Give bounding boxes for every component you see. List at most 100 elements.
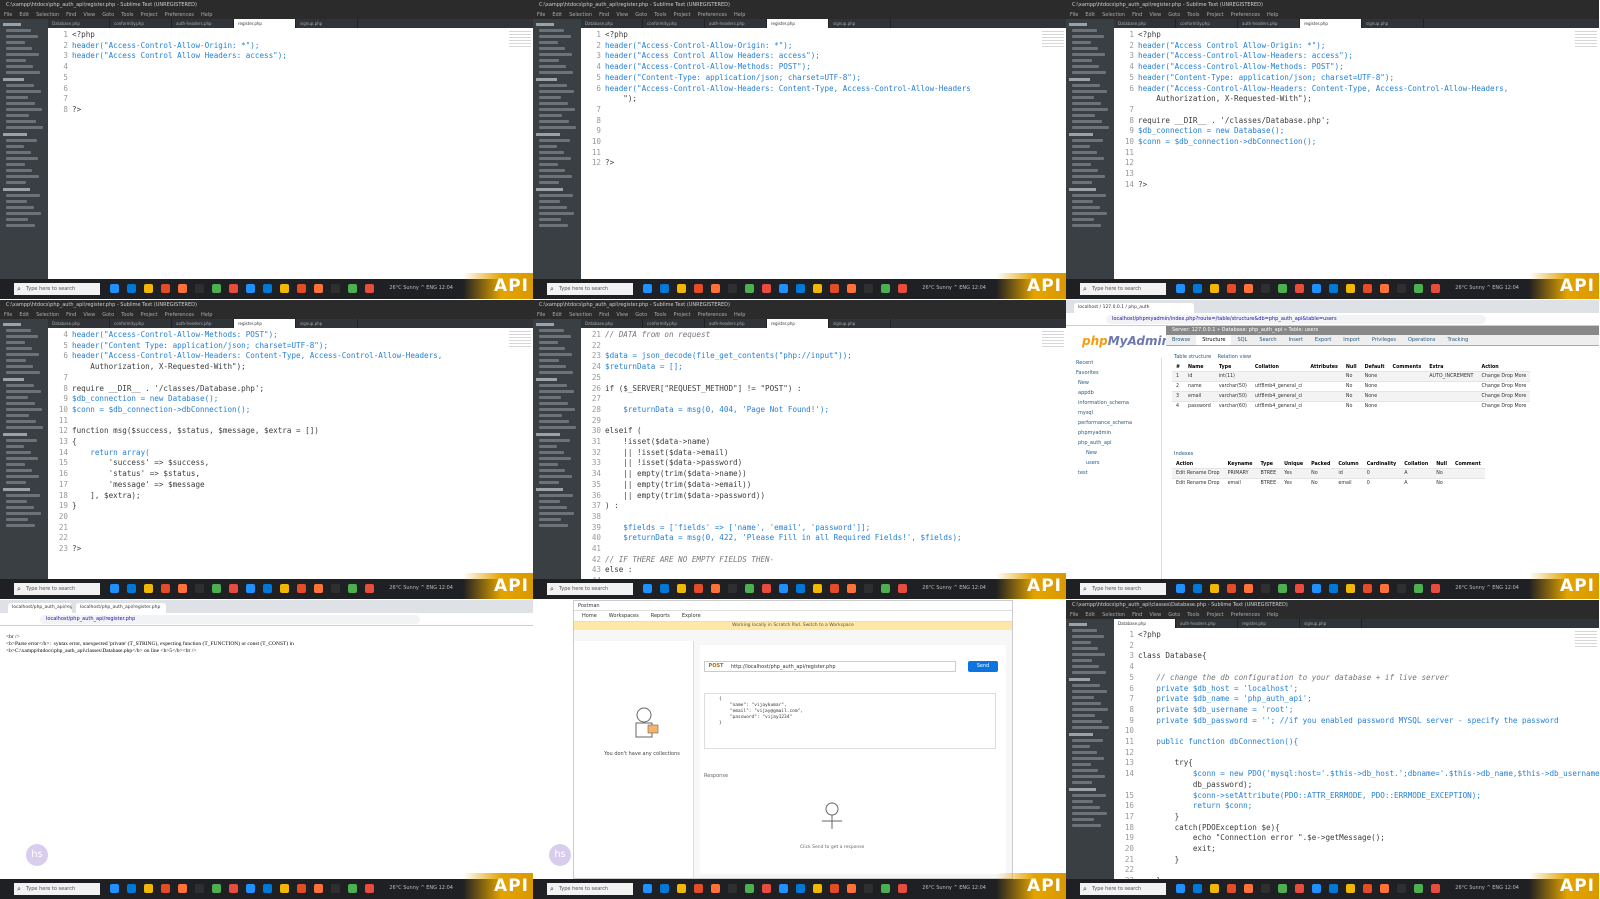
- sidebar-file-item[interactable]: [1072, 108, 1108, 111]
- sidebar-file-item[interactable]: [1072, 212, 1107, 215]
- taskbar-app-icon[interactable]: [1193, 284, 1202, 293]
- taskbar-app-icon[interactable]: [110, 284, 119, 293]
- taskbar-app-icon[interactable]: [161, 884, 170, 893]
- menu-item[interactable]: Goto: [635, 312, 647, 318]
- taskbar-app-icon[interactable]: [881, 284, 890, 293]
- taskbar-app-icon[interactable]: [1261, 284, 1270, 293]
- editor-tab[interactable]: auth-headers.php: [1238, 19, 1300, 28]
- taskbar-app-icon[interactable]: [779, 884, 788, 893]
- taskbar-app-icon[interactable]: [348, 284, 357, 293]
- sidebar-file-item[interactable]: [1072, 47, 1098, 50]
- postman-menu-item[interactable]: Explore: [682, 613, 701, 619]
- minimap[interactable]: [1042, 31, 1064, 49]
- sidebar-file-item[interactable]: [6, 524, 35, 527]
- sidebar-file-item[interactable]: [539, 200, 560, 203]
- taskbar-app-icon[interactable]: [229, 284, 238, 293]
- sidebar-file-item[interactable]: [6, 506, 34, 509]
- menu-item[interactable]: Goto: [1168, 12, 1180, 18]
- sidebar-file-item[interactable]: [1072, 726, 1109, 729]
- taskbar-search[interactable]: Type here to search: [14, 283, 100, 295]
- menu-item[interactable]: Help: [734, 312, 745, 318]
- sidebar-file-item[interactable]: [539, 359, 559, 362]
- taskbar-app-icon[interactable]: [847, 584, 856, 593]
- system-tray[interactable]: 26°C Sunny ^ ENG 12:04: [1455, 585, 1519, 591]
- sidebar-file-item[interactable]: [1072, 635, 1104, 638]
- sidebar-file-item[interactable]: [3, 488, 30, 491]
- taskbar-app-icon[interactable]: [660, 284, 669, 293]
- taskbar-app-icon[interactable]: [1193, 584, 1202, 593]
- index-row[interactable]: Edit Rename Drop PRIMARY BTREE Yes No id 0 A No: [1172, 468, 1485, 479]
- minimap[interactable]: [1042, 331, 1064, 349]
- taskbar-app-icon[interactable]: [1329, 284, 1338, 293]
- taskbar-app-icon[interactable]: [1380, 584, 1389, 593]
- menu-item[interactable]: View: [616, 312, 628, 318]
- sidebar-file-item[interactable]: [6, 408, 42, 411]
- taskbar-app-icon[interactable]: [762, 584, 771, 593]
- menu-item[interactable]: Find: [66, 312, 76, 318]
- sidebar-file-item[interactable]: [1072, 218, 1094, 221]
- taskbar-app-icon[interactable]: [314, 884, 323, 893]
- sidebar-file-item[interactable]: [6, 384, 34, 387]
- pma-tab[interactable]: SQL: [1231, 335, 1253, 345]
- sidebar-file-item[interactable]: [6, 420, 36, 423]
- taskbar-app-icon[interactable]: [1431, 584, 1440, 593]
- sidebar-file-item[interactable]: [1072, 71, 1106, 74]
- sidebar-file-item[interactable]: [1072, 641, 1091, 644]
- system-tray[interactable]: 26°C Sunny ^ ENG 12:04: [389, 285, 453, 291]
- taskbar-app-icon[interactable]: [212, 584, 221, 593]
- code-editor[interactable]: 1 <?php 2 3 class Database{4 5 // change the …: [1114, 628, 1599, 879]
- url-field[interactable]: localhost/phpmyadmin/index.php?route=/ta…: [1106, 315, 1486, 324]
- sidebar-file-item[interactable]: [1072, 696, 1094, 699]
- taskbar-app-icon[interactable]: [677, 284, 686, 293]
- sidebar-file-item[interactable]: [6, 139, 37, 142]
- method-select[interactable]: POST: [705, 662, 727, 671]
- menu-item[interactable]: Preferences: [1231, 612, 1260, 618]
- menu-item[interactable]: Preferences: [165, 312, 194, 318]
- sidebar-file-item[interactable]: [1072, 169, 1098, 172]
- taskbar-app-icon[interactable]: [161, 284, 170, 293]
- menu-item[interactable]: Tools: [654, 12, 666, 18]
- sidebar-file-item[interactable]: [536, 433, 560, 436]
- taskbar-app-icon[interactable]: [864, 884, 873, 893]
- taskbar-app-icon[interactable]: [1227, 284, 1236, 293]
- sidebar-file-item[interactable]: [1069, 623, 1087, 626]
- pma-tab[interactable]: Insert: [1283, 335, 1309, 345]
- sidebar-file-item[interactable]: [536, 378, 557, 381]
- sidebar-file-item[interactable]: [6, 65, 33, 68]
- taskbar-app-icon[interactable]: [314, 584, 323, 593]
- minimap[interactable]: [1575, 631, 1597, 649]
- sidebar-file-item[interactable]: [539, 84, 567, 87]
- sidebar-file-item[interactable]: [539, 365, 566, 368]
- code-editor[interactable]: 4 header("Access-Control-Allow-Methods: P…: [48, 328, 533, 579]
- menu-item[interactable]: File: [537, 312, 545, 318]
- sidebar-file-item[interactable]: [6, 71, 40, 74]
- taskbar-app-icon[interactable]: [229, 584, 238, 593]
- taskbar-app-icon[interactable]: [1210, 584, 1219, 593]
- sidebar-file-item[interactable]: [6, 475, 39, 478]
- taskbar-app-icon[interactable]: [365, 584, 374, 593]
- taskbar-app-icon[interactable]: [1414, 584, 1423, 593]
- taskbar-app-icon[interactable]: [847, 884, 856, 893]
- menu-item[interactable]: Tools: [121, 312, 133, 318]
- menu-item[interactable]: Project: [141, 312, 158, 318]
- sidebar-file-item[interactable]: [6, 481, 26, 484]
- url-field[interactable]: localhost/php_auth_api/register.php: [40, 615, 420, 624]
- menu-item[interactable]: File: [537, 12, 545, 18]
- sidebar-file-item[interactable]: [1072, 714, 1095, 717]
- taskbar-app-icon[interactable]: [677, 584, 686, 593]
- sidebar-file-item[interactable]: [1072, 181, 1092, 184]
- sidebar-file-item[interactable]: [6, 96, 28, 99]
- sidebar-file-item[interactable]: [6, 41, 25, 44]
- sidebar-file-item[interactable]: [6, 353, 39, 356]
- sidebar-file-item[interactable]: [6, 181, 26, 184]
- menu-item[interactable]: Project: [1207, 12, 1224, 18]
- taskbar-app-icon[interactable]: [280, 284, 289, 293]
- sidebar-file-item[interactable]: [6, 200, 27, 203]
- taskbar-app-icon[interactable]: [830, 584, 839, 593]
- sidebar-file-item[interactable]: [3, 433, 27, 436]
- taskbar-app-icon[interactable]: [813, 884, 822, 893]
- taskbar-app-icon[interactable]: [728, 884, 737, 893]
- editor-tab[interactable]: Database.php: [581, 319, 643, 328]
- sidebar-file-item[interactable]: [3, 378, 24, 381]
- sidebar-file-item[interactable]: [1072, 665, 1099, 668]
